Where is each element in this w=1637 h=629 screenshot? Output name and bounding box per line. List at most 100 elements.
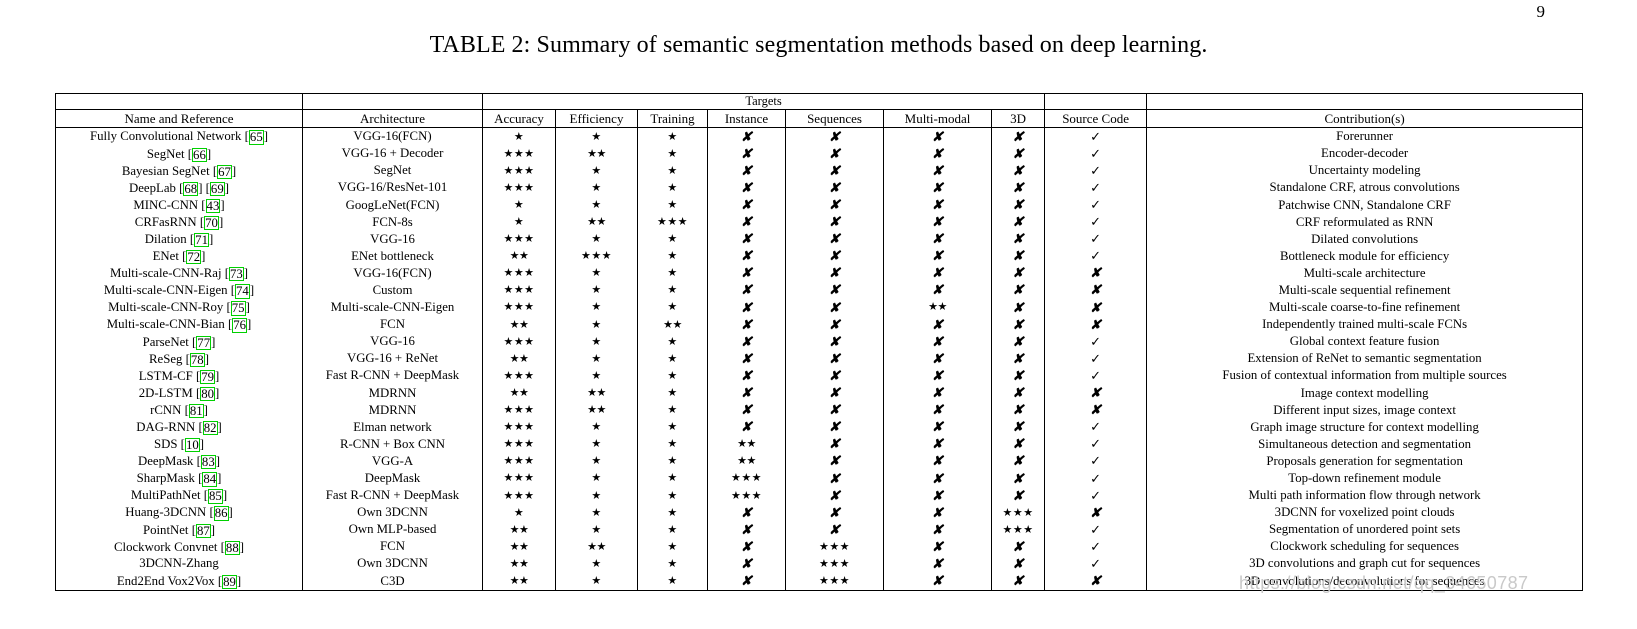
cell-sequences: ✘: [785, 452, 884, 470]
reference-link[interactable]: [76]: [228, 317, 251, 333]
reference-link[interactable]: [82]: [198, 420, 222, 436]
accuracy-rating: ★★★: [503, 284, 535, 297]
method-name: End2End Vox2Vox: [116, 573, 215, 588]
source-code-check-icon: ✓: [1090, 162, 1102, 178]
reference-link[interactable]: [43]: [201, 198, 225, 214]
threed-cross-icon: ✘: [1012, 573, 1024, 589]
instance-cross-icon: ✘: [741, 316, 752, 332]
efficiency-rating: ★: [591, 489, 602, 502]
reference-number[interactable]: 65: [248, 130, 264, 145]
cell-efficiency: ★: [555, 179, 638, 197]
cell-efficiency: ★★: [555, 145, 638, 163]
reference-link[interactable]: [70]: [200, 215, 223, 231]
cell-3d: ✘: [990, 281, 1045, 299]
reference-link[interactable]: [68]: [179, 181, 202, 196]
threed-rating: ★★★: [1002, 523, 1034, 536]
table-row: SegNet [66] VGG-16 + Decoder ★★★ ★★ ★ ✘ ✘ ✘ ✘ ✓ En…: [55, 145, 1584, 163]
reference-link[interactable]: [10]: [181, 437, 204, 453]
efficiency-rating: ★: [591, 198, 602, 211]
training-rating: ★: [667, 352, 678, 365]
reference-link[interactable]: [67]: [213, 164, 236, 179]
cell-name: Bayesian SegNet [67]: [55, 162, 303, 180]
reference-link[interactable]: [78]: [186, 352, 209, 367]
reference-number[interactable]: 77: [196, 335, 212, 350]
cell-accuracy: ★★★: [482, 418, 556, 436]
reference-number[interactable]: 68: [183, 181, 199, 196]
reference-link[interactable]: [88]: [221, 540, 244, 555]
source-code-check-icon: ✓: [1090, 470, 1102, 486]
reference-link[interactable]: [73]: [225, 266, 248, 282]
reference-link[interactable]: [80]: [196, 386, 219, 402]
reference-number[interactable]: 74: [235, 284, 250, 299]
reference-link[interactable]: [84]: [198, 471, 221, 487]
reference-number[interactable]: 81: [188, 403, 204, 419]
reference-number[interactable]: 71: [194, 232, 209, 248]
reference-link[interactable]: [75]: [227, 300, 250, 316]
cell-instance: ✘: [707, 572, 786, 591]
reference-number[interactable]: 79: [200, 369, 216, 384]
reference-number[interactable]: 80: [200, 386, 216, 402]
source-code-check-icon: ✓: [1090, 248, 1102, 264]
cell-source-code: ✓: [1044, 213, 1147, 231]
reference-number[interactable]: 76: [232, 318, 247, 333]
watermark: https://blog.csdn.net/qq_34650787: [1239, 573, 1529, 593]
reference-link[interactable]: [77]: [192, 335, 215, 350]
reference-number[interactable]: 86: [213, 506, 229, 521]
cell-3d: ✘: [990, 367, 1045, 385]
reference-number[interactable]: 73: [229, 267, 244, 282]
cell-source-code: ✓: [1044, 127, 1147, 146]
reference-link[interactable]: [65]: [245, 129, 268, 145]
efficiency-rating: ★: [591, 130, 602, 143]
reference-link[interactable]: [72]: [182, 249, 205, 265]
reference-number[interactable]: 72: [186, 250, 202, 265]
reference-number[interactable]: 87: [195, 523, 211, 538]
cell-sequences: ✘: [785, 418, 884, 436]
reference-number[interactable]: 85: [208, 489, 223, 504]
reference-link[interactable]: [87]: [192, 523, 215, 538]
efficiency-rating: ★: [591, 369, 602, 382]
reference-link[interactable]: [79]: [196, 369, 219, 384]
training-rating: ★: [667, 455, 678, 468]
reference-number[interactable]: 10: [184, 438, 200, 453]
threed-cross-icon: ✘: [1012, 419, 1024, 435]
reference-link[interactable]: [81]: [185, 403, 208, 419]
reference-link[interactable]: [89]: [218, 574, 241, 590]
reference-number[interactable]: 89: [222, 574, 237, 590]
cell-architecture: Own MLP-based: [302, 521, 483, 539]
instance-cross-icon: ✘: [741, 265, 752, 281]
cell-sequences: ✘: [785, 247, 884, 265]
cell-accuracy: ★★: [482, 538, 556, 556]
source-code-check-icon: ✓: [1090, 214, 1102, 230]
accuracy-rating: ★: [513, 506, 525, 519]
reference-number[interactable]: 70: [204, 215, 219, 231]
cell-accuracy: ★★★: [482, 333, 556, 351]
reference-link[interactable]: [74]: [231, 283, 254, 299]
reference-number[interactable]: 43: [205, 198, 221, 214]
reference-number[interactable]: 88: [224, 540, 240, 555]
reference-link[interactable]: [83]: [197, 454, 220, 470]
reference-number[interactable]: 66: [192, 147, 207, 162]
cell-3d: ✘: [990, 213, 1045, 231]
reference-number[interactable]: 83: [200, 455, 216, 470]
reference-number[interactable]: 82: [202, 421, 218, 436]
cell-architecture: R-CNN + Box CNN: [302, 435, 483, 453]
cell-contribution: Graph image structure for context modell…: [1146, 418, 1584, 436]
reference-link[interactable]: [86]: [209, 505, 233, 521]
cell-efficiency: ★: [555, 281, 638, 299]
cell-instance: ✘: [707, 384, 786, 402]
reference-number[interactable]: 84: [202, 472, 218, 487]
reference-link[interactable]: [69]: [206, 181, 229, 196]
reference-link[interactable]: [66]: [188, 147, 211, 162]
multimodal-cross-icon: ✘: [932, 265, 943, 281]
reference-number[interactable]: 69: [209, 181, 225, 196]
reference-number[interactable]: 67: [217, 164, 232, 179]
cell-sequences: ✘: [785, 298, 884, 317]
reference-number[interactable]: 78: [189, 352, 205, 367]
reference-number[interactable]: 75: [230, 301, 246, 316]
cell-efficiency: ★★: [555, 538, 638, 556]
sequences-cross-icon: ✘: [829, 162, 840, 178]
reference-link[interactable]: [71]: [190, 232, 213, 248]
cell-accuracy: ★★: [482, 521, 556, 539]
multimodal-cross-icon: ✘: [932, 367, 943, 383]
reference-link[interactable]: [85]: [204, 488, 227, 504]
